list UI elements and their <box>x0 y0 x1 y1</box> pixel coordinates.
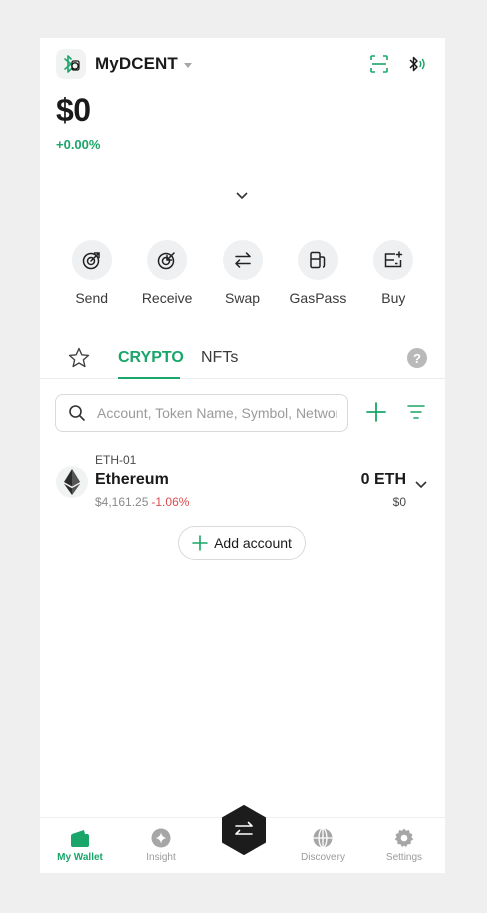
swap-fab-button[interactable] <box>221 805 267 855</box>
chevron-down-icon[interactable] <box>415 476 427 494</box>
bluetooth-button[interactable] <box>405 52 429 76</box>
ethereum-logo-icon <box>56 466 88 498</box>
plus-icon <box>366 402 386 422</box>
scan-icon <box>370 55 388 73</box>
search-icon <box>69 405 85 421</box>
send-label: Send <box>75 290 109 306</box>
nav-insight[interactable]: Insight <box>126 828 196 863</box>
receive-button[interactable]: Receive <box>129 240 204 306</box>
wallet-name[interactable]: MyDCENT <box>95 54 178 74</box>
active-tab-indicator <box>118 377 180 379</box>
expand-chevron-icon[interactable] <box>233 188 251 204</box>
account-row[interactable]: ETH-01 Ethereum $4,161.25 -1.06% 0 ETH $0 <box>40 450 445 512</box>
quick-actions: Send Receive Swap GasPass Buy <box>54 240 431 306</box>
account-id: ETH-01 <box>95 453 137 467</box>
buy-label: Buy <box>381 290 406 306</box>
send-button[interactable]: Send <box>54 240 129 306</box>
token-name: Ethereum <box>95 471 169 488</box>
swap-hexagon-icon <box>222 805 266 855</box>
total-balance: $0 <box>56 92 91 128</box>
token-price-change: -1.06% <box>151 495 190 509</box>
token-price-line: $4,161.25 -1.06% <box>95 495 189 509</box>
nav-my-wallet-label: My Wallet <box>57 852 103 863</box>
swap-icon <box>222 240 263 280</box>
favorites-star-icon[interactable] <box>67 346 91 375</box>
nav-insight-label: Insight <box>146 852 176 863</box>
buy-icon <box>373 240 414 280</box>
tab-nfts[interactable]: NFTs <box>201 349 238 367</box>
buy-button[interactable]: Buy <box>356 240 431 306</box>
filter-button[interactable] <box>406 402 426 427</box>
plus-icon <box>192 535 208 551</box>
scan-qr-button[interactable] <box>367 52 391 76</box>
token-amount: 0 ETH <box>360 471 406 488</box>
add-account-label: Add account <box>214 535 292 551</box>
filter-icon <box>407 405 425 419</box>
gaspass-icon <box>297 240 338 280</box>
nav-discovery[interactable]: Discovery <box>288 828 358 863</box>
token-fiat-value: $0 <box>392 495 406 509</box>
globe-icon <box>313 828 333 848</box>
gaspass-button[interactable]: GasPass <box>280 240 355 306</box>
nav-discovery-label: Discovery <box>301 852 345 863</box>
receive-icon <box>147 240 188 280</box>
swap-button[interactable]: Swap <box>205 240 280 306</box>
nav-my-wallet[interactable]: My Wallet <box>45 828 115 863</box>
add-token-button[interactable] <box>365 401 387 428</box>
bluetooth-icon <box>409 56 425 72</box>
swap-label: Swap <box>225 290 261 306</box>
search-input[interactable] <box>95 404 339 422</box>
gaspass-label: GasPass <box>289 290 347 306</box>
receive-label: Receive <box>141 290 193 306</box>
wallet-screen: MyDCENT $0 +0.00% Send Receive Swap GasP… <box>40 38 445 873</box>
add-account-button[interactable]: Add account <box>178 526 306 560</box>
asset-tabs: CRYPTO NFTs ? <box>40 340 445 379</box>
search-field[interactable] <box>55 394 348 432</box>
tab-crypto[interactable]: CRYPTO <box>118 349 184 367</box>
nav-settings[interactable]: Settings <box>369 828 439 863</box>
header: MyDCENT <box>56 48 429 80</box>
wallet-dropdown-caret-icon[interactable] <box>183 62 192 68</box>
insight-icon <box>151 828 171 848</box>
help-icon[interactable]: ? <box>407 348 427 368</box>
send-icon <box>71 240 112 280</box>
balance-change: +0.00% <box>56 137 101 152</box>
nav-settings-label: Settings <box>385 852 423 863</box>
wallet-icon <box>71 830 89 847</box>
token-price: $4,161.25 <box>95 495 149 509</box>
wallet-logo-icon <box>56 49 86 79</box>
gear-icon <box>394 828 414 847</box>
